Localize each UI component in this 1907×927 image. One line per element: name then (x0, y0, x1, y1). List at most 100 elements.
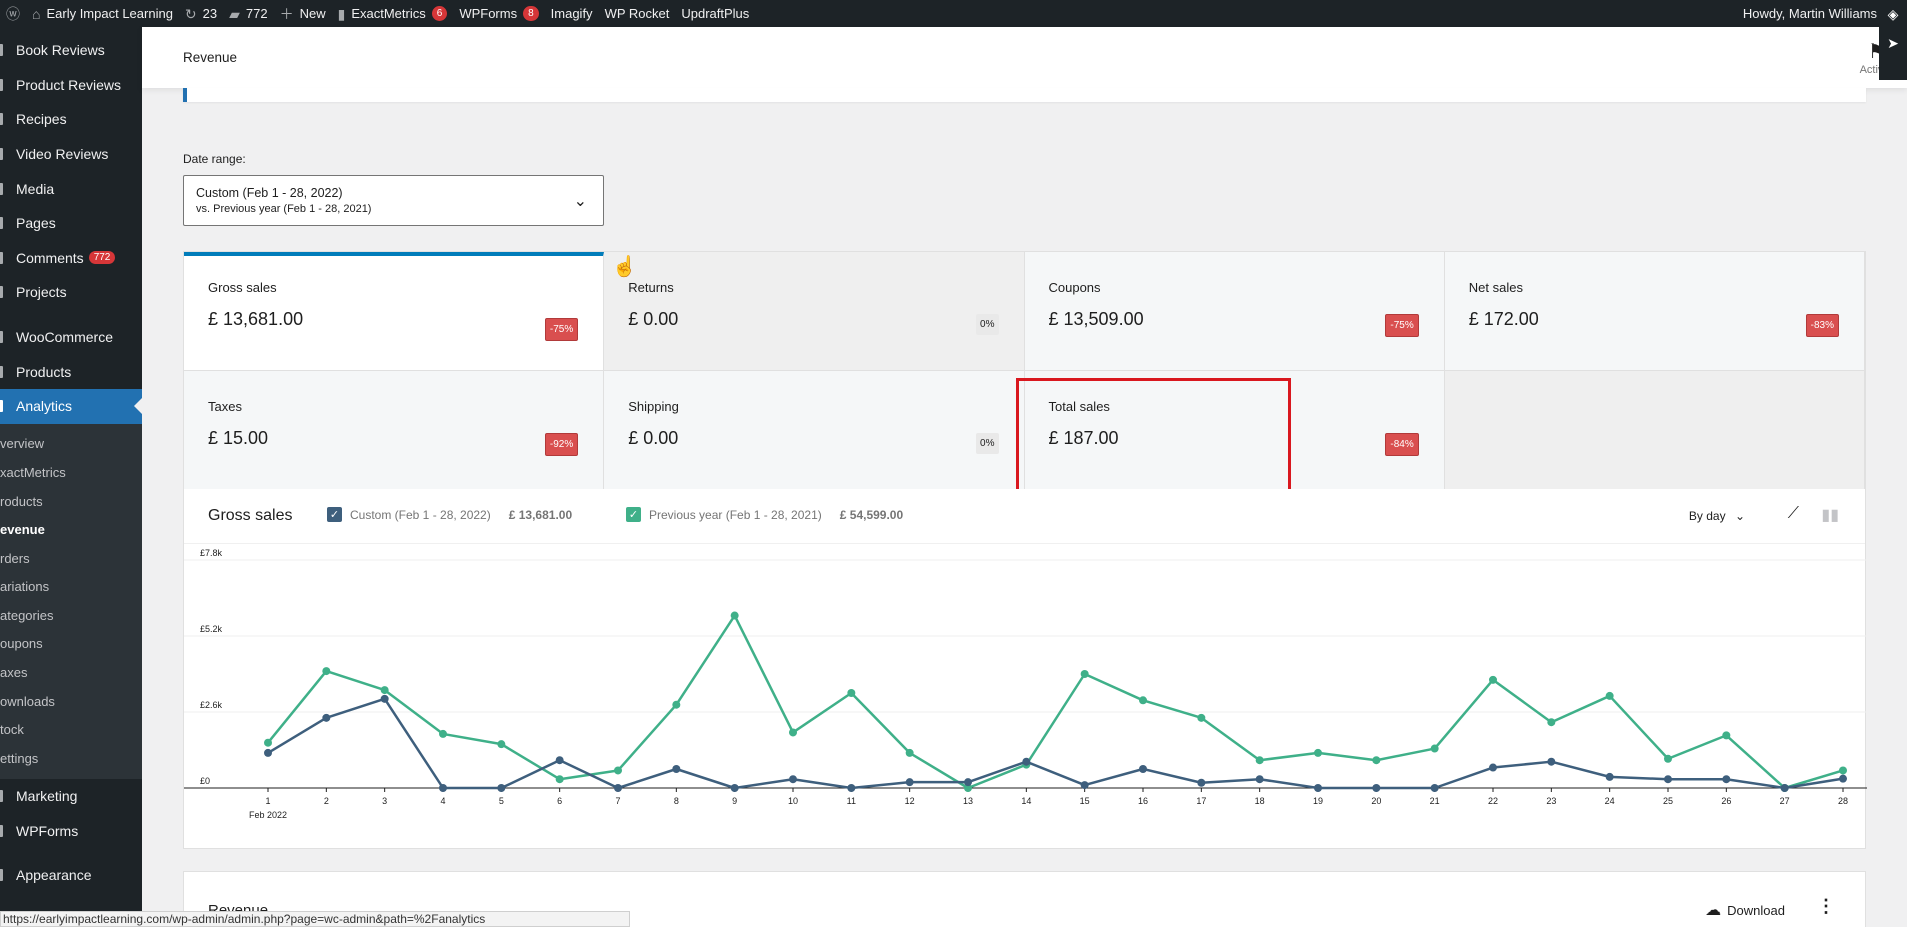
bar-chart-icon[interactable]: ▮▮ (1821, 505, 1839, 525)
sidebar-item-product-reviews[interactable]: Product Reviews (0, 68, 142, 103)
howdy-user-menu[interactable]: Howdy, Martin Williams (1743, 0, 1877, 27)
submenu-categories[interactable]: ategories (0, 601, 142, 630)
data-point (1839, 766, 1847, 775)
data-point (789, 775, 797, 784)
sidebar-item-projects[interactable]: Projects (0, 275, 142, 310)
sidebar-item-media[interactable]: Media (0, 171, 142, 206)
data-point (380, 686, 389, 695)
analytics-icon (0, 400, 3, 413)
wpforms-link[interactable]: WPForms 8 (459, 6, 539, 21)
sidebar-item-book-reviews[interactable]: Book Reviews (0, 33, 142, 68)
tile-net-sales[interactable]: Net sales £ 172.00 -83% (1444, 252, 1865, 371)
data-point (322, 713, 331, 722)
data-point (1722, 775, 1731, 784)
updraftplus-link[interactable]: UpdraftPlus (681, 6, 749, 21)
sidebar-item-marketing[interactable]: Marketing (0, 779, 142, 814)
cloud-download-icon: ☁ (1705, 902, 1722, 919)
series-line (267, 614, 1844, 790)
data-point (1314, 784, 1322, 792)
date-range-select[interactable]: Custom (Feb 1 - 28, 2022) vs. Previous y… (183, 175, 604, 226)
x-tick-label: 23 (1546, 796, 1556, 806)
more-options-icon[interactable]: ⋮ (1817, 896, 1835, 917)
interval-select[interactable]: By day ⌄ (1689, 509, 1745, 523)
sidebar-item-appearance[interactable]: Appearance (0, 858, 142, 893)
chevron-down-icon: ⌄ (1734, 509, 1745, 523)
exactmetrics-badge: 6 (431, 6, 448, 21)
data-point (497, 784, 506, 792)
tile-shipping[interactable]: Shipping £ 0.00 0% (604, 371, 1025, 490)
delta-badge: -75% (1385, 314, 1419, 337)
tile-total-sales[interactable]: Total sales £ 187.00 -84% (1024, 371, 1445, 490)
data-point (322, 667, 331, 676)
line-chart-icon[interactable]: ⟋ (1788, 505, 1799, 523)
comment-icon: ▰ (229, 5, 240, 22)
legend-item-previous[interactable]: ✓ Previous year (Feb 1 - 28, 2021) £ 54,… (626, 507, 903, 522)
x-tick-label: 26 (1721, 796, 1731, 806)
imagify-link[interactable]: Imagify (551, 6, 593, 21)
delta-badge: -92% (544, 433, 579, 456)
sidebar-item-comments[interactable]: Comments 772 (0, 241, 142, 276)
pages-icon (0, 217, 3, 230)
delta-badge: -83% (1805, 314, 1839, 337)
data-point (847, 689, 856, 697)
marketing-icon (0, 789, 3, 802)
download-button[interactable]: ☁ Download (1705, 900, 1785, 920)
tile-label: Net sales (1468, 280, 1523, 295)
comments-link[interactable]: ▰ 772 (229, 6, 267, 21)
x-tick-label: 6 (557, 796, 562, 806)
x-tick-label: 14 (1021, 796, 1031, 806)
submenu-stock[interactable]: tock (0, 715, 142, 744)
x-tick-label: 25 (1663, 796, 1673, 806)
updates-link[interactable]: ↻ 23 (185, 6, 217, 21)
submenu-coupons[interactable]: oupons (0, 630, 142, 659)
sidebar-item-analytics[interactable]: Analytics (0, 388, 142, 424)
sidebar-item-pages[interactable]: Pages (0, 206, 142, 241)
submenu-products[interactable]: roducts (0, 487, 142, 516)
exactmetrics-link[interactable]: ▮ ExactMetrics 6 (338, 6, 448, 21)
send-icon[interactable]: ➤ (1887, 35, 1899, 52)
legend-total: £ 13,681.00 (508, 507, 573, 522)
layers-icon[interactable]: ◈ (1888, 6, 1899, 23)
x-tick-label: 24 (1605, 796, 1615, 806)
legend-item-current[interactable]: ✓ Custom (Feb 1 - 28, 2022) £ 13,681.00 (327, 507, 572, 522)
submenu-overview[interactable]: verview (0, 430, 142, 459)
wprocket-link[interactable]: WP Rocket (605, 6, 670, 21)
y-tick-label: £7.8k (200, 548, 223, 558)
y-tick-label: £5.2k (200, 624, 223, 634)
tile-taxes[interactable]: Taxes £ 15.00 -92% (184, 371, 605, 490)
tile-label: Total sales (1048, 399, 1110, 414)
sidebar-item-recipes[interactable]: Recipes (0, 102, 142, 137)
tile-value: £ 187.00 (1048, 428, 1119, 448)
submenu-variations[interactable]: ariations (0, 573, 142, 602)
hand-cursor-icon: ☝ (612, 256, 637, 278)
sidebar-item-wpforms[interactable]: WPForms (0, 813, 142, 848)
submenu-settings[interactable]: ettings (0, 744, 142, 773)
delta-badge: 0% (976, 433, 999, 454)
tile-returns[interactable]: Returns £ 0.00 0% (604, 252, 1025, 371)
x-tick-label: 4 (440, 796, 445, 806)
submenu-orders[interactable]: rders (0, 544, 142, 573)
data-point (1547, 757, 1556, 766)
tile-coupons[interactable]: Coupons £ 13,509.00 -75% (1024, 252, 1445, 371)
tile-label: Returns (628, 280, 674, 295)
tile-gross-sales[interactable]: Gross sales £ 13,681.00 -75% (184, 252, 605, 371)
checkbox-icon: ✓ (626, 507, 641, 522)
submenu-downloads[interactable]: ownloads (0, 687, 142, 716)
submenu-taxes[interactable]: axes (0, 658, 142, 687)
tile-value: £ 0.00 (628, 428, 679, 448)
chart-panel: Gross sales ✓ Custom (Feb 1 - 28, 2022) … (183, 489, 1867, 849)
submenu-revenue[interactable]: evenue (0, 515, 142, 544)
tile-value: £ 15.00 (208, 428, 269, 448)
wp-logo[interactable]: ⓦ (6, 7, 20, 21)
site-name-link[interactable]: ⌂ Early Impact Learning (32, 6, 173, 21)
sidebar-item-woocommerce[interactable]: WooCommerce (0, 320, 142, 355)
x-tick-label: 8 (674, 796, 679, 806)
data-point (1255, 775, 1264, 784)
sidebar-item-video-reviews[interactable]: Video Reviews (0, 137, 142, 172)
data-point (1197, 713, 1206, 722)
new-content-link[interactable]: ＋ New (280, 6, 326, 21)
sidebar-item-products[interactable]: Products (0, 354, 142, 389)
data-point (1314, 748, 1322, 757)
data-point (1664, 775, 1672, 784)
submenu-exactmetrics[interactable]: xactMetrics (0, 458, 142, 487)
